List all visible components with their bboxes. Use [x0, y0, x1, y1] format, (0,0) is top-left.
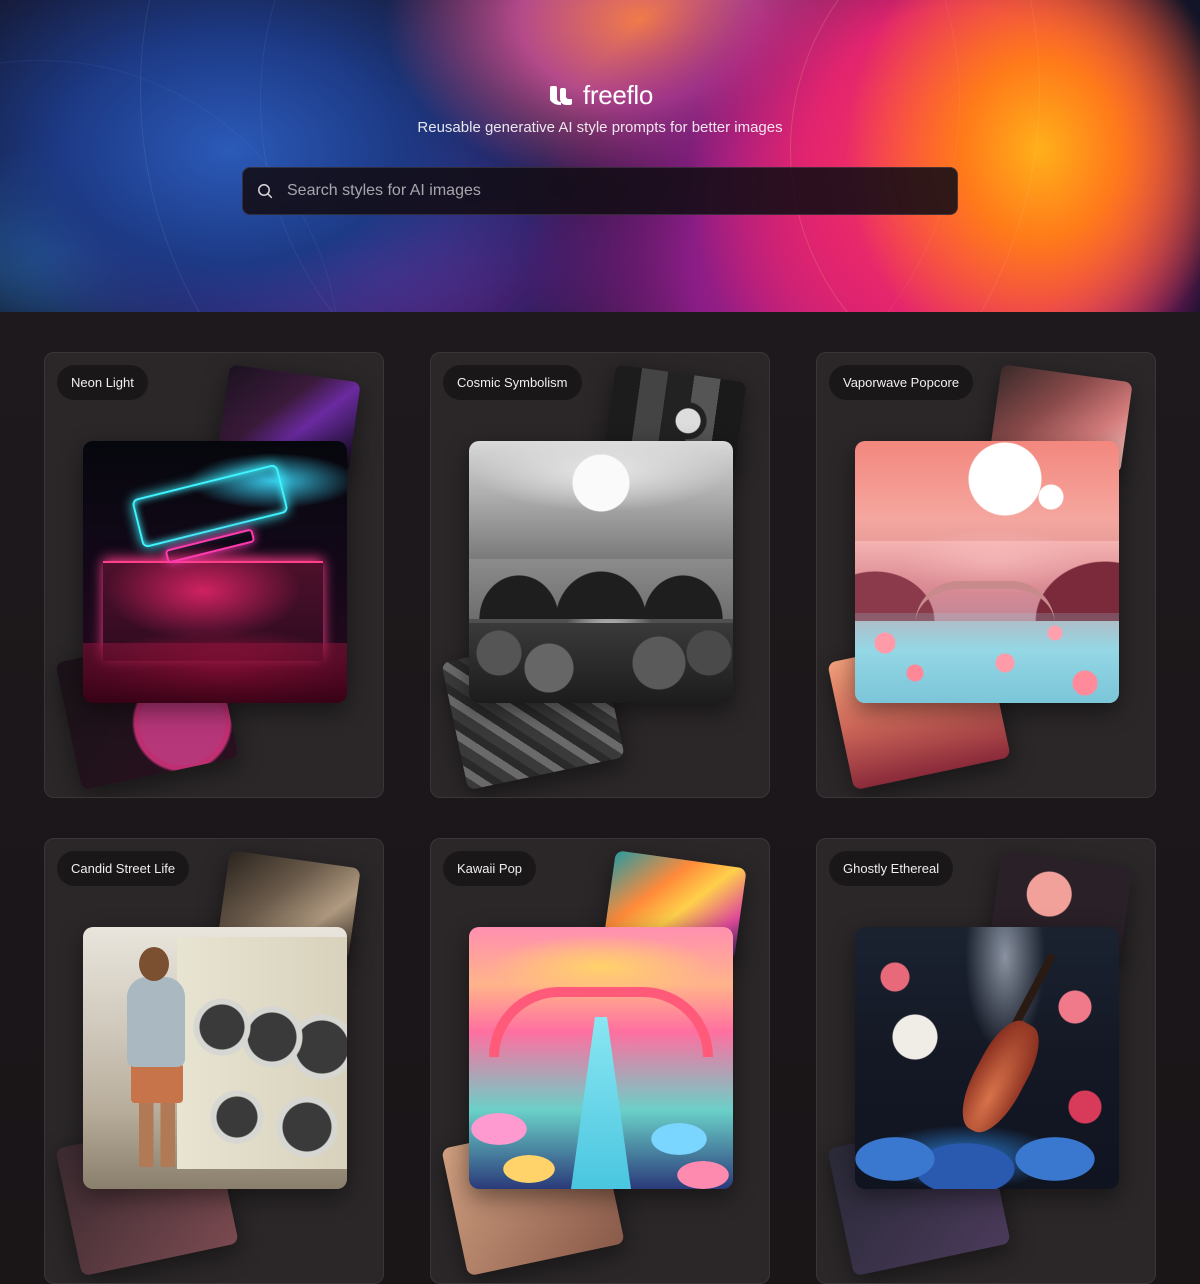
style-card-candid-street-life[interactable]: Candid Street Life	[44, 838, 384, 1284]
hero-banner: freeflo Reusable generative AI style pro…	[0, 0, 1200, 312]
style-card-label: Cosmic Symbolism	[443, 365, 582, 400]
style-card-vaporwave-popcore[interactable]: Vaporwave Popcore	[816, 352, 1156, 798]
style-preview-image	[469, 927, 733, 1189]
style-preview-image	[83, 441, 347, 703]
style-card-label: Candid Street Life	[57, 851, 190, 886]
brand-name: freeflo	[582, 80, 654, 110]
style-preview-image	[469, 441, 733, 703]
search-input[interactable]	[287, 182, 957, 200]
hero-decoration-ring	[790, 0, 1200, 312]
brand-logo-link[interactable]: freeflo	[0, 80, 1200, 111]
style-card-label: Vaporwave Popcore	[829, 365, 974, 400]
style-card-label: Kawaii Pop	[443, 851, 537, 886]
search-bar[interactable]	[242, 167, 958, 215]
style-card-cosmic-symbolism[interactable]: Cosmic Symbolism	[430, 352, 770, 798]
freeflo-logo-icon	[549, 85, 572, 105]
style-grid: Neon Light Cosmic Symbolism Vaporwave Po…	[0, 312, 1200, 1284]
style-card-ghostly-ethereal[interactable]: Ghostly Ethereal	[816, 838, 1156, 1284]
style-card-label: Ghostly Ethereal	[829, 851, 954, 886]
search-icon	[258, 184, 273, 199]
style-preview-image	[855, 441, 1119, 703]
style-card-neon-light[interactable]: Neon Light	[44, 352, 384, 798]
style-card-label: Neon Light	[57, 365, 148, 400]
style-preview-image	[83, 927, 347, 1189]
style-preview-image	[855, 927, 1119, 1189]
style-card-kawaii-pop[interactable]: Kawaii Pop	[430, 838, 770, 1284]
tagline: Reusable generative AI style prompts for…	[417, 119, 783, 136]
